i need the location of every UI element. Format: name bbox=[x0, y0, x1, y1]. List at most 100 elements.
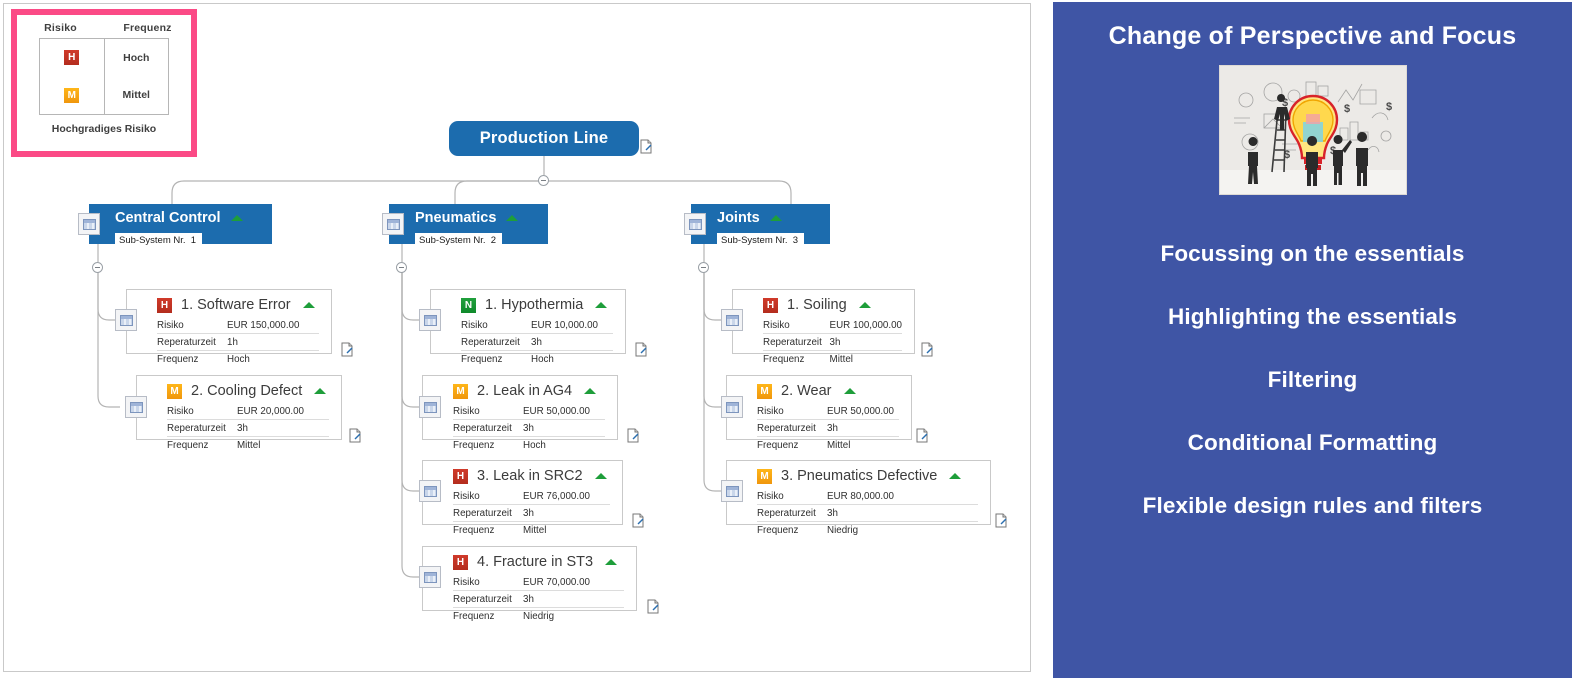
collapse-toggle-root[interactable] bbox=[538, 175, 549, 186]
card-wear-table: Risiko EUR 50,000.00 Reperaturzeit 3h Freq… bbox=[757, 403, 899, 453]
annotation-doc-icon-cooling-defect[interactable] bbox=[349, 428, 362, 443]
svg-text:$: $ bbox=[1386, 101, 1392, 113]
card-table-icon-fracture-in-st3[interactable] bbox=[419, 566, 441, 588]
annotation-doc-icon-root[interactable] bbox=[640, 139, 653, 154]
mindmap-canvas[interactable]: Risiko Frequenz H M Hoch Mittel Hochgrad… bbox=[3, 3, 1031, 672]
card-leak-in-ag4-title-row: M 2. Leak in AG4 bbox=[423, 376, 617, 403]
node-subsystem-pneumatics[interactable]: Pneumatics Sub-System Nr. 2 bbox=[389, 204, 548, 248]
grid-icon bbox=[688, 218, 702, 230]
expand-triangle-icon[interactable] bbox=[230, 215, 243, 221]
table-row: Reperaturzeit 3h bbox=[453, 419, 605, 437]
expand-triangle-icon[interactable] bbox=[843, 388, 856, 394]
expand-triangle-icon[interactable] bbox=[584, 388, 597, 394]
node-production-line[interactable]: Production Line bbox=[449, 121, 639, 156]
node-table-icon-joints[interactable] bbox=[684, 213, 706, 235]
card-leak-in-ag4-title: 2. Leak in AG4 bbox=[477, 383, 573, 399]
subsystem-central-control-label: Central Control bbox=[115, 210, 221, 226]
node-subsystem-central-control[interactable]: Central Control Sub-System Nr. 1 bbox=[89, 204, 272, 248]
card-table-icon-leak-in-ag4[interactable] bbox=[419, 396, 441, 418]
grid-icon bbox=[129, 401, 143, 413]
row-value-frequenz: Hoch bbox=[531, 353, 554, 365]
card-leak-in-src2-table: Risiko EUR 76,000.00 Reperaturzeit 3h Freq… bbox=[453, 488, 610, 538]
card-pneumatics-defective[interactable]: M 3. Pneumatics Defective Risiko EUR 80,0… bbox=[726, 460, 991, 536]
expand-triangle-icon[interactable] bbox=[595, 302, 608, 308]
card-table-icon-leak-in-src2[interactable] bbox=[419, 480, 441, 502]
card-leak-in-src2[interactable]: H 3. Leak in SRC2 Risiko EUR 76,000.00 Re… bbox=[422, 460, 623, 536]
row-value-reperaturzeit: 3h bbox=[233, 419, 329, 437]
annotation-doc-icon-software-error[interactable] bbox=[341, 342, 354, 357]
expand-triangle-icon[interactable] bbox=[605, 559, 618, 565]
expand-triangle-icon[interactable] bbox=[506, 215, 519, 221]
annotation-doc-icon-soiling[interactable] bbox=[921, 342, 934, 357]
expand-triangle-icon[interactable] bbox=[858, 302, 871, 308]
risk-badge-m-icon: M bbox=[453, 383, 468, 399]
expand-triangle-icon[interactable] bbox=[302, 302, 315, 308]
collapse-toggle-joints[interactable] bbox=[698, 262, 709, 273]
risk-badge-n-icon: N bbox=[461, 297, 476, 313]
subsystem-central-control-title-row: Central Control bbox=[89, 210, 272, 226]
card-table-icon-soiling[interactable] bbox=[721, 309, 743, 331]
row-label-reperaturzeit: Reperaturzeit bbox=[461, 333, 527, 351]
row-label-risiko: Risiko bbox=[453, 488, 519, 505]
row-label-risiko: Risiko bbox=[757, 403, 823, 420]
card-fracture-in-st3[interactable]: H 4. Fracture in ST3 Risiko EUR 70,000.00… bbox=[422, 546, 637, 622]
row-label-frequenz: Frequenz bbox=[461, 353, 503, 365]
grid-icon bbox=[725, 314, 739, 326]
row-value-reperaturzeit: 3h bbox=[519, 590, 624, 608]
row-label-frequenz: Frequenz bbox=[763, 353, 805, 365]
legend-column-risiko: H M bbox=[40, 39, 105, 114]
risk-badge-h-icon: H bbox=[453, 468, 468, 484]
annotation-doc-icon-pneumatics-defective[interactable] bbox=[995, 513, 1008, 528]
card-leak-in-ag4-table: Risiko EUR 50,000.00 Reperaturzeit 3h Freq… bbox=[453, 403, 605, 453]
panel-line-2: Highlighting the essentials bbox=[1168, 304, 1457, 329]
card-table-icon-hypothermia[interactable] bbox=[419, 309, 441, 331]
svg-text:$: $ bbox=[1344, 103, 1350, 115]
row-value-frequenz: Niedrig bbox=[523, 610, 555, 622]
row-label-reperaturzeit: Reperaturzeit bbox=[453, 504, 519, 522]
node-subsystem-joints[interactable]: Joints Sub-System Nr. 3 bbox=[691, 204, 830, 248]
table-row: Risiko EUR 50,000.00 bbox=[757, 403, 899, 420]
row-value-risiko: EUR 50,000.00 bbox=[823, 403, 899, 420]
expand-triangle-icon[interactable] bbox=[594, 473, 607, 479]
card-software-error[interactable]: H 1. Software Error Risiko EUR 150,000.00… bbox=[126, 289, 332, 365]
expand-triangle-icon[interactable] bbox=[314, 388, 327, 394]
card-wear[interactable]: M 2. Wear Risiko EUR 50,000.00 Reperaturz… bbox=[726, 375, 912, 451]
annotation-doc-icon-hypothermia[interactable] bbox=[635, 342, 648, 357]
risk-badge-m-icon: M bbox=[757, 468, 772, 484]
table-row: Frequenz Hoch bbox=[461, 351, 613, 368]
card-table-icon-pneumatics-defective[interactable] bbox=[721, 480, 743, 502]
card-cooling-defect-table: Risiko EUR 20,000.00 Reperaturzeit 3h Freq… bbox=[167, 403, 329, 453]
card-soiling-table: Risiko EUR 100,000.00 Reperaturzeit 3h Fre… bbox=[763, 317, 902, 367]
collapse-toggle-pneumatics[interactable] bbox=[396, 262, 407, 273]
node-table-icon-central-control[interactable] bbox=[78, 213, 100, 235]
node-table-icon-pneumatics[interactable] bbox=[382, 213, 404, 235]
subsystem-pneumatics-tag-row: Sub-System Nr. 2 bbox=[389, 230, 548, 248]
expand-triangle-icon[interactable] bbox=[769, 215, 782, 221]
collapse-toggle-central-control[interactable] bbox=[92, 262, 103, 273]
legend-cell-badge-high: H bbox=[40, 39, 104, 77]
grid-icon bbox=[119, 314, 133, 326]
card-cooling-defect[interactable]: M 2. Cooling Defect Risiko EUR 20,000.00 … bbox=[136, 375, 342, 451]
row-value-reperaturzeit: 3h bbox=[519, 419, 605, 437]
table-row: Reperaturzeit 3h bbox=[763, 333, 902, 351]
annotation-doc-icon-leak-in-ag4[interactable] bbox=[627, 428, 640, 443]
card-soiling[interactable]: H 1. Soiling Risiko EUR 100,000.00 Repera… bbox=[732, 289, 915, 365]
panel-line-4: Conditional Formatting bbox=[1187, 430, 1438, 455]
card-table-icon-wear[interactable] bbox=[721, 396, 743, 418]
risk-badge-m-icon: M bbox=[167, 383, 182, 399]
row-label-frequenz: Frequenz bbox=[167, 439, 209, 451]
ideas-illustration-image: $$ $$$ bbox=[1218, 65, 1407, 195]
subsystem-central-control-tag: Sub-System Nr. 1 bbox=[115, 233, 203, 248]
annotation-doc-icon-leak-in-src2[interactable] bbox=[632, 513, 645, 528]
row-label-reperaturzeit: Reperaturzeit bbox=[157, 333, 223, 351]
table-row: Frequenz Mittel bbox=[757, 437, 899, 454]
annotation-doc-icon-wear[interactable] bbox=[916, 428, 929, 443]
card-hypothermia[interactable]: N 1. Hypothermia Risiko EUR 10,000.00 Rep… bbox=[430, 289, 626, 365]
card-table-icon-software-error[interactable] bbox=[115, 309, 137, 331]
expand-triangle-icon[interactable] bbox=[949, 473, 962, 479]
row-label-frequenz: Frequenz bbox=[157, 353, 199, 365]
panel-line-5: Flexible design rules and filters bbox=[1142, 493, 1483, 518]
annotation-doc-icon-fracture-in-st3[interactable] bbox=[647, 599, 660, 614]
card-table-icon-cooling-defect[interactable] bbox=[125, 396, 147, 418]
card-leak-in-ag4[interactable]: M 2. Leak in AG4 Risiko EUR 50,000.00 Rep… bbox=[422, 375, 618, 451]
